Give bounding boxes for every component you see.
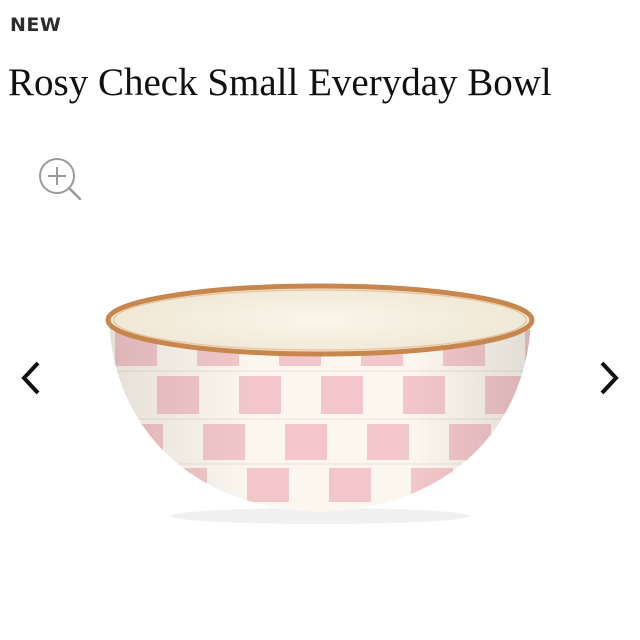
previous-image-button[interactable] — [18, 359, 46, 397]
bowl-image — [105, 283, 535, 524]
zoom-in-icon[interactable] — [37, 156, 83, 202]
product-title: Rosy Check Small Everyday Bowl — [8, 61, 552, 104]
product-image[interactable] — [95, 272, 545, 532]
chevron-right-icon — [600, 361, 619, 395]
new-badge: NEW — [10, 14, 62, 36]
chevron-left-icon — [21, 361, 40, 395]
next-image-button[interactable] — [594, 359, 622, 397]
